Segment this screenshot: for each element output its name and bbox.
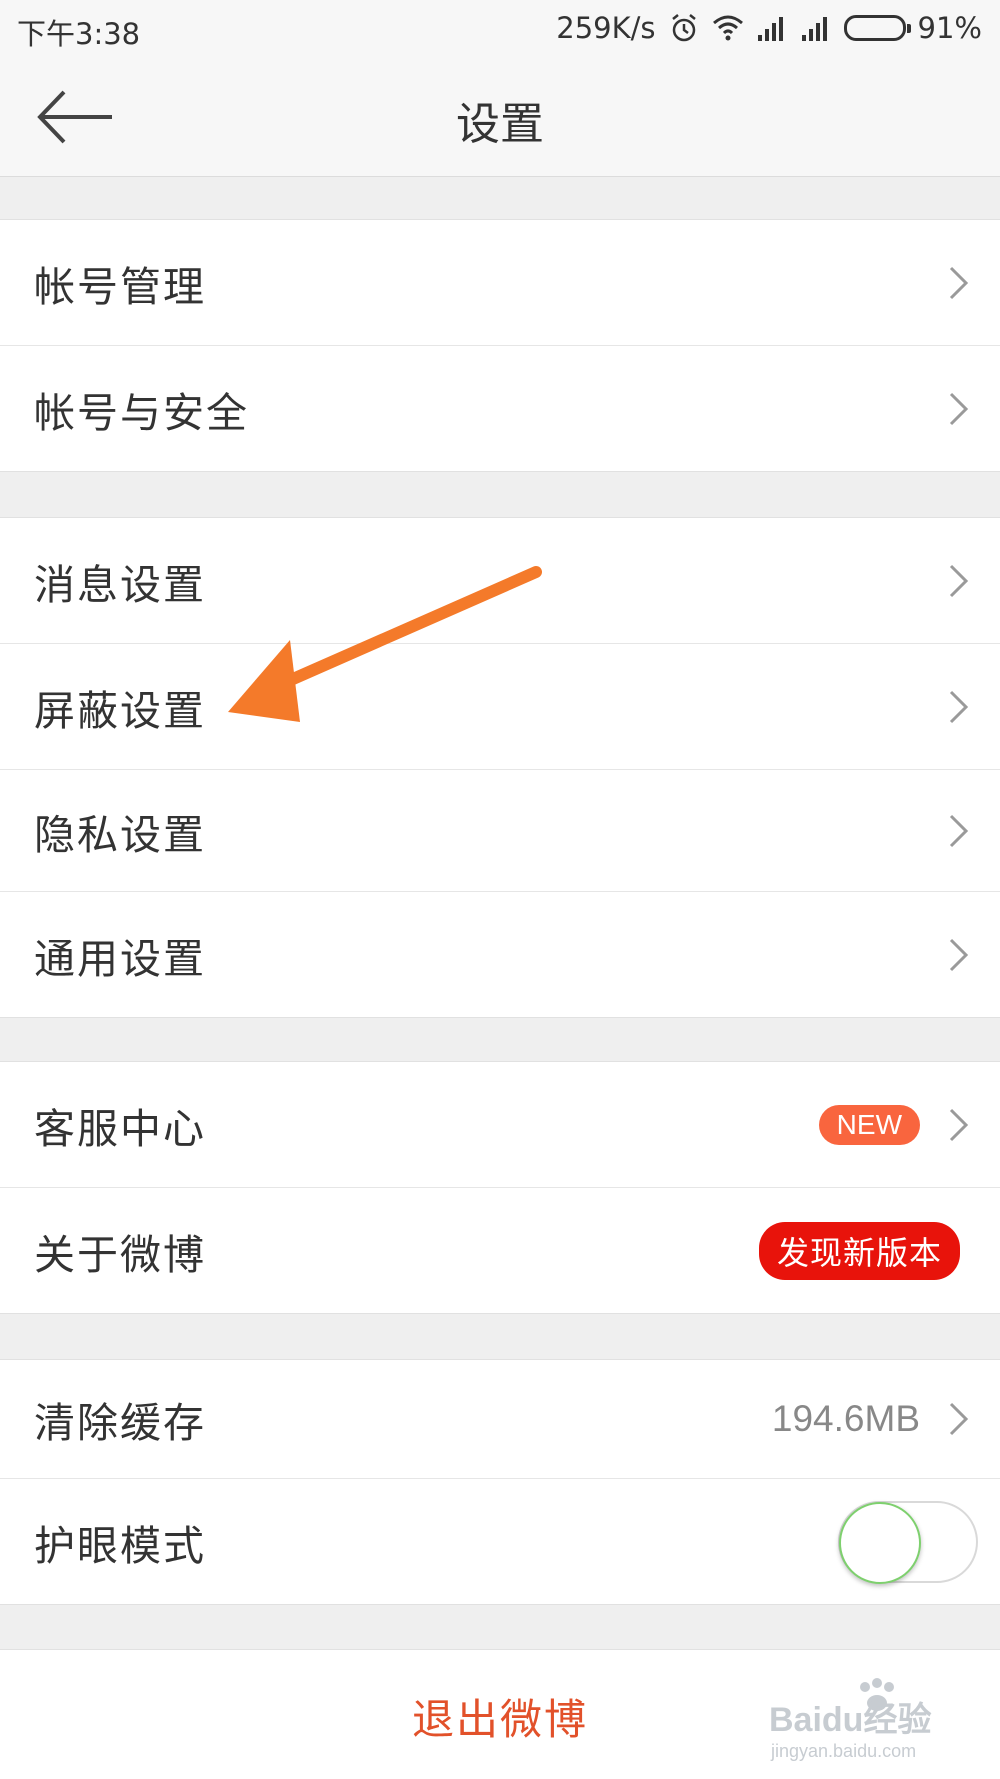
chevron-right-icon	[949, 690, 969, 723]
row-label: 屏蔽设置	[34, 686, 206, 735]
status-time: 下午3:38	[17, 17, 141, 51]
row-block-settings[interactable]: 屏蔽设置	[0, 644, 1000, 770]
signal-icon	[757, 17, 783, 41]
watermark-brand: Baidu经验	[769, 1700, 931, 1739]
chevron-right-icon	[949, 814, 969, 847]
battery-icon	[843, 15, 911, 41]
status-bar: 下午3:38 259K/s 91%	[0, 0, 1000, 58]
row-label: 消息设置	[34, 560, 206, 609]
row-customer-service[interactable]: 客服中心 NEW	[0, 1062, 1000, 1188]
row-label: 清除缓存	[34, 1399, 206, 1447]
row-account-management[interactable]: 帐号管理	[0, 220, 1000, 346]
wifi-icon	[712, 15, 743, 41]
row-label: 帐号与安全	[34, 388, 249, 437]
row-account-security[interactable]: 帐号与安全	[0, 346, 1000, 471]
battery-percent: 91%	[917, 11, 982, 45]
row-label: 关于微博	[34, 1230, 206, 1279]
row-general-settings[interactable]: 通用设置	[0, 892, 1000, 1017]
new-badge: NEW	[818, 1104, 920, 1145]
update-badge: 发现新版本	[758, 1221, 960, 1280]
row-label: 客服中心	[34, 1104, 206, 1153]
status-right: 259K/s 91%	[556, 11, 982, 45]
row-about-weibo[interactable]: 关于微博 发现新版本	[0, 1188, 1000, 1313]
watermark-url: jingyan.baidu.com	[770, 1741, 916, 1761]
eye-care-toggle[interactable]	[838, 1500, 978, 1584]
chevron-right-icon	[949, 1402, 969, 1436]
settings-group-account: 帐号管理 帐号与安全	[0, 219, 1000, 472]
toggle-knob	[839, 1501, 921, 1584]
network-speed: 259K/s	[556, 11, 656, 45]
row-clear-cache[interactable]: 清除缓存 194.6MB	[0, 1360, 1000, 1479]
chevron-right-icon	[949, 938, 969, 971]
row-eye-care-mode: 护眼模式	[0, 1479, 1000, 1604]
baidu-jingyan-watermark: Baidu经验 jingyan.baidu.com	[769, 1678, 931, 1761]
row-label: 通用设置	[34, 934, 206, 983]
cache-size-value: 194.6MB	[771, 1398, 920, 1439]
nav-bar: 设置	[0, 58, 1000, 177]
chevron-right-icon	[949, 1108, 969, 1141]
chevron-right-icon	[949, 266, 969, 299]
settings-group-about: 客服中心 NEW 关于微博 发现新版本	[0, 1061, 1000, 1314]
row-privacy-settings[interactable]: 隐私设置	[0, 770, 1000, 892]
settings-group-storage: 清除缓存 194.6MB 护眼模式	[0, 1359, 1000, 1605]
row-label: 帐号管理	[34, 262, 206, 311]
row-label: 护眼模式	[34, 1521, 206, 1570]
row-label: 隐私设置	[34, 810, 206, 859]
signal-icon	[801, 17, 827, 41]
settings-group-preferences: 消息设置 屏蔽设置 隐私设置 通用设置	[0, 517, 1000, 1018]
chevron-right-icon	[949, 564, 969, 597]
page-title: 设置	[456, 99, 544, 150]
row-message-settings[interactable]: 消息设置	[0, 518, 1000, 644]
alarm-icon	[671, 14, 696, 42]
chevron-right-icon	[949, 392, 969, 425]
